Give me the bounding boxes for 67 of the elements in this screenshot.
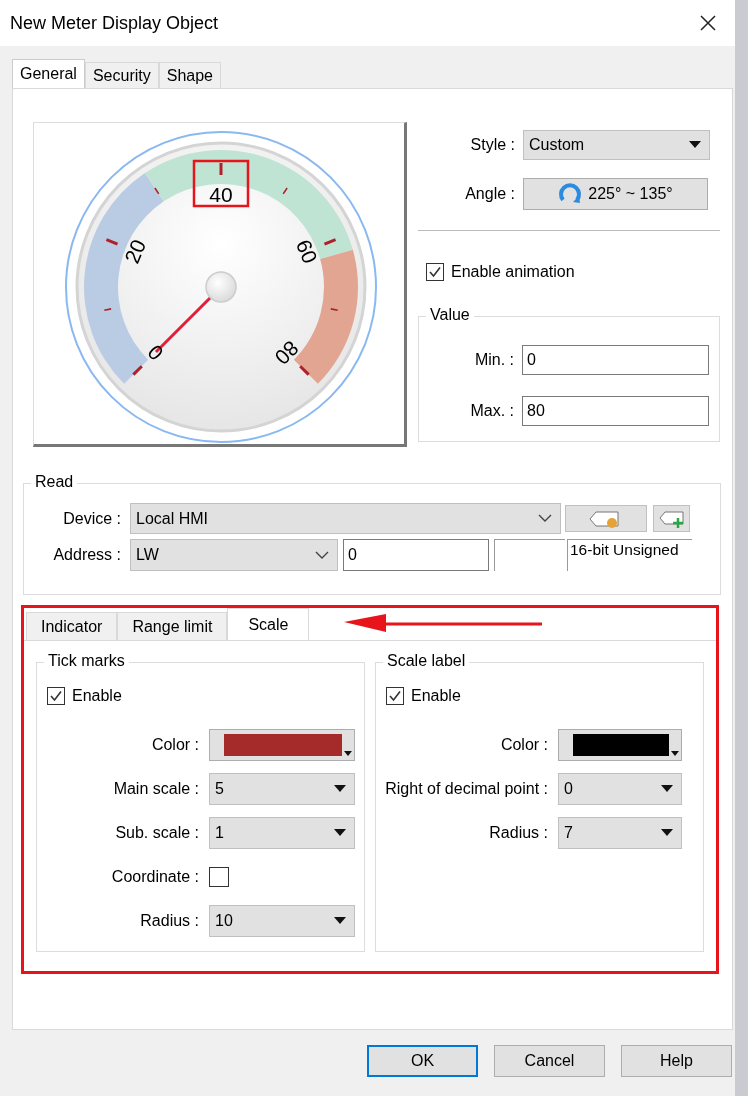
checkbox[interactable] [386,687,404,705]
min-field[interactable]: 0 [522,345,709,375]
field-label: Color : [150,736,199,754]
field-label: Coordinate : [110,868,199,886]
scale-label: 60 [291,236,322,267]
dialog-button[interactable]: Help [621,1045,732,1077]
angle-button[interactable]: 225° ~ 135° [523,178,708,210]
data-type-label: 16-bit Unsigned [567,539,692,571]
field-label: Angle : [464,185,515,203]
field-label: Radius : [488,824,548,842]
tab[interactable]: Indicator [26,612,118,640]
checkbox[interactable] [426,263,444,281]
tab[interactable]: Security [84,62,159,88]
dropdown[interactable]: 7 [558,817,682,849]
color-picker[interactable] [558,729,682,761]
field-label: Device : [62,509,121,528]
dropdown[interactable]: 10 [209,905,355,937]
device-dropdown[interactable]: Local HMI [130,503,561,534]
scale-label: 20 [120,236,151,267]
chevron-icon [315,550,329,560]
dropdown[interactable]: 1 [209,817,355,849]
close-icon[interactable] [699,14,717,32]
address-field[interactable]: 0 [343,539,489,571]
field-label: Style : [469,136,515,154]
checkbox[interactable] [209,867,229,887]
caret-icon [661,829,673,837]
max-field[interactable]: 80 [522,396,709,426]
dropdown[interactable]: 0 [558,773,682,805]
dialog-button[interactable]: OK [367,1045,478,1077]
scale-label: 40 [209,182,233,206]
field-label: Color : [499,736,548,754]
address-type-dropdown[interactable]: LW [130,539,338,571]
checkbox-label: Enable [72,687,122,705]
checkbox[interactable] [47,687,65,705]
caret-icon [661,785,673,793]
scale-label: 0 [143,340,168,365]
tab[interactable]: Scale [227,608,310,640]
field-label: Min. : [473,351,514,369]
dialog-button[interactable]: Cancel [494,1045,605,1077]
tab[interactable]: Shape [158,62,221,88]
caret-icon [671,751,679,757]
style-dropdown[interactable]: Custom [523,130,710,160]
tab[interactable]: General [12,59,85,88]
field-label: Max. : [469,402,514,420]
caret-icon [334,785,346,793]
field-label: Radius : [139,912,199,930]
add-tag-button[interactable] [653,505,690,532]
color-picker[interactable] [209,729,355,761]
add-tag-icon [657,508,686,529]
checkbox-label: Enable [411,687,461,705]
empty-field [494,539,565,571]
field-label: Sub. scale : [114,824,199,842]
rotate-icon [558,182,583,206]
scale-label: 80 [270,336,304,370]
checkbox-label: Enable animation [451,263,575,281]
caret-icon [334,829,346,837]
chevron-icon [538,514,552,523]
caret-icon [344,751,352,757]
field-label: Right of decimal point : [384,780,548,798]
tab[interactable]: Range limit [117,612,228,640]
dropdown[interactable]: 5 [209,773,355,805]
field-label: Main scale : [112,780,199,798]
caret-icon [689,141,701,149]
caret-icon [334,917,346,925]
field-label: Address : [52,546,121,564]
window-title: New Meter Display Object [10,12,219,34]
tag-icon [587,508,622,529]
